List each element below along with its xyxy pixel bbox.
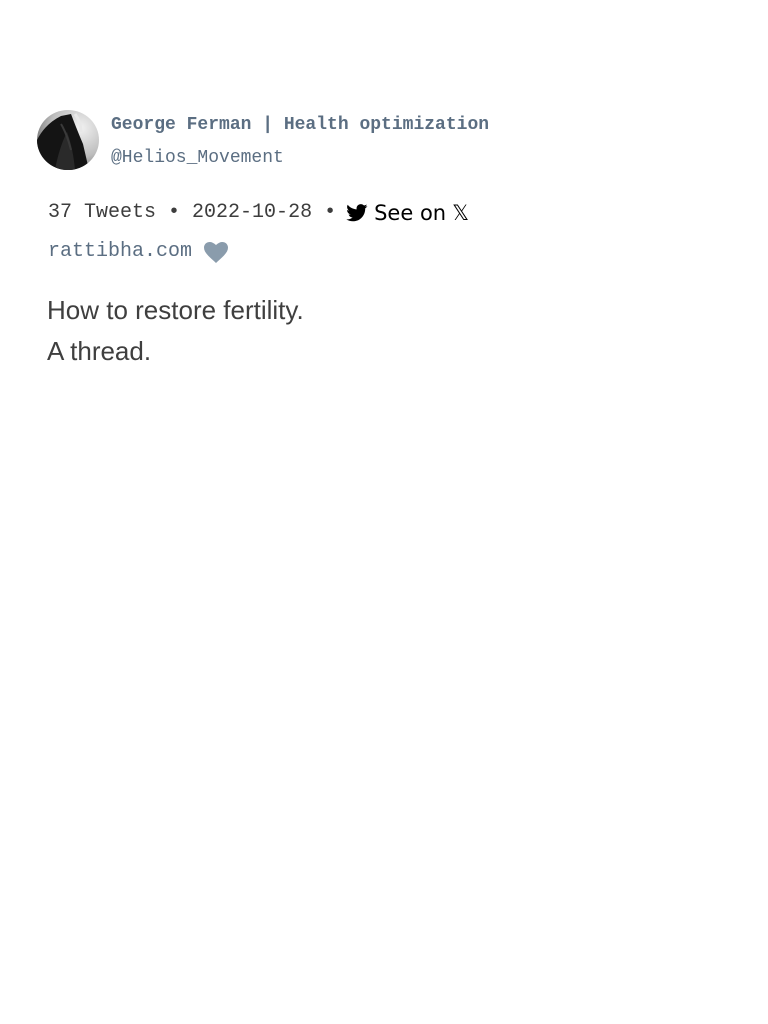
author-display-name[interactable]: George Ferman | Health optimization	[111, 114, 489, 136]
thread-line: How to restore fertility.	[47, 295, 304, 325]
see-on-x-link[interactable]: See on 𝕏	[346, 199, 469, 227]
x-logo-icon: 𝕏	[452, 201, 470, 225]
meta-row-site: rattibha.com	[48, 238, 518, 266]
thread-text: How to restore fertility. A thread.	[47, 290, 304, 372]
meta-separator: •	[168, 201, 181, 224]
thread-line: A thread.	[47, 336, 152, 366]
meta-row-info: 37 Tweets • 2022-10-28 • See on 𝕏	[48, 199, 518, 227]
heart-icon[interactable]	[204, 241, 229, 263]
twitter-bird-icon	[346, 204, 368, 222]
avatar-photo	[37, 110, 99, 170]
thread-date: 2022-10-28	[192, 201, 313, 224]
see-on-label: See on	[374, 201, 447, 225]
thread-author: George Ferman | Health optimization @Hel…	[37, 110, 489, 170]
thread-meta: 37 Tweets • 2022-10-28 • See on 𝕏 rattib…	[48, 199, 518, 266]
meta-separator: •	[324, 201, 337, 224]
tweet-count: 37 Tweets	[48, 201, 157, 224]
author-handle[interactable]: @Helios_Movement	[111, 147, 489, 169]
avatar[interactable]	[37, 110, 99, 170]
rattibha-link[interactable]: rattibha.com	[48, 238, 192, 266]
